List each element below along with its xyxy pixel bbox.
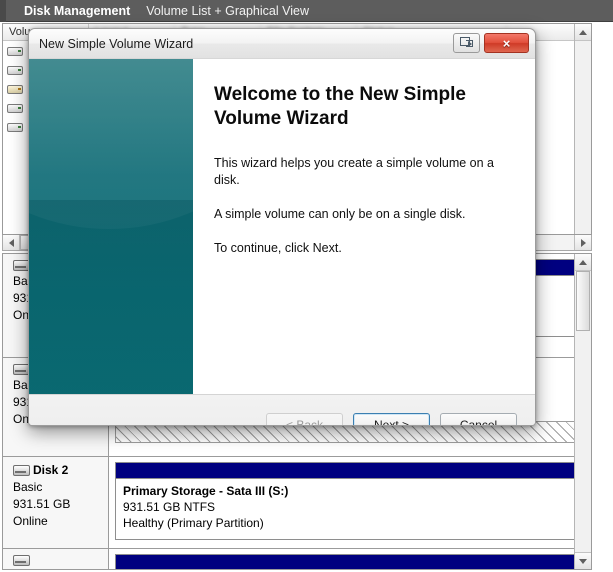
dialog-window-controls: × [453,33,529,53]
close-button[interactable]: × [484,33,529,53]
next-button[interactable]: Next > [353,413,430,425]
back-button[interactable]: < Back [266,413,343,425]
disk-type-label: Basic [13,480,43,494]
disk-partition-area[interactable] [109,549,591,569]
chevron-right-icon [580,238,586,247]
disk-name-label: Disk 2 [33,463,69,477]
partition-name: Primary Storage - Sata III (S:) [123,484,289,498]
close-icon: × [502,35,511,51]
partition-size: 931.51 GB NTFS [123,500,216,514]
banner-lower-tone [29,199,193,394]
restore-window-icon [460,37,473,49]
wizard-paragraph-2: A simple volume can only be on a single … [214,207,466,221]
scroll-down-button[interactable] [575,552,591,569]
disk-title: Disk 2 [13,463,108,477]
volume-list-vertical-scrollbar[interactable] [574,24,591,234]
chevron-up-icon [579,259,587,265]
scroll-left-button[interactable] [3,235,20,250]
wizard-paragraph-3: To continue, click Next. [214,241,342,255]
disk-icon [13,464,30,476]
cancel-button[interactable]: Cancel [440,413,517,425]
chevron-down-icon [579,558,587,564]
partition-header-bar [115,554,585,569]
dialog-titlebar[interactable]: New Simple Volume Wizard × [29,29,535,59]
graphical-view-vertical-scrollbar[interactable] [574,254,591,569]
dialog-title: New Simple Volume Wizard [39,36,194,51]
partition-box[interactable]: Primary Storage - Sata III (S:) 931.51 G… [115,478,585,540]
disk-row[interactable] [3,549,591,569]
chevron-up-icon [579,29,587,35]
disk-info-panel[interactable]: Disk 2 Basic 931.51 GB Online [3,457,109,548]
volume-icon [7,65,23,76]
scroll-up-button[interactable] [575,24,591,41]
volume-icon [7,46,23,57]
disk-row[interactable]: Disk 2 Basic 931.51 GB Online Primary St… [3,457,591,549]
volume-icon [7,122,23,133]
vscroll-thumb[interactable] [576,271,590,331]
dialog-content: Welcome to the New Simple Volume Wizard … [29,59,535,395]
scroll-right-button[interactable] [574,235,591,250]
scroll-up-button[interactable] [575,254,591,271]
disk-capacity-label: 931.51 GB [13,497,71,511]
wizard-main-content: Welcome to the New Simple Volume Wizard … [193,59,535,394]
system-volume-icon [7,84,23,95]
wizard-paragraph-1: This wizard helps you create a simple vo… [214,156,494,187]
wizard-heading: Welcome to the New Simple Volume Wizard [214,84,466,129]
disk-title [13,555,108,566]
disk-icon [13,555,30,566]
partition-header-bar [115,462,585,478]
window-header-bar: Disk Management Volume List + Graphical … [0,0,613,22]
view-mode-label: Volume List + Graphical View [146,3,309,18]
disk-status-label: Online [13,514,48,528]
disk-partition-area[interactable]: Primary Storage - Sata III (S:) 931.51 G… [109,457,591,548]
disk-management-window: Disk Management Volume List + Graphical … [0,0,613,572]
disk-info-panel[interactable] [3,549,109,569]
partition-status: Healthy (Primary Partition) [123,516,264,530]
page-title: Disk Management [24,3,131,18]
dialog-footer: < Back Next > Cancel [29,395,535,425]
header-left-nub [0,0,6,22]
volume-icon [7,103,23,114]
restore-down-button[interactable] [453,33,480,53]
chevron-left-icon [8,238,14,247]
wizard-banner-image [29,59,193,394]
new-simple-volume-wizard-dialog[interactable]: New Simple Volume Wizard × Welcome to th… [28,28,536,426]
